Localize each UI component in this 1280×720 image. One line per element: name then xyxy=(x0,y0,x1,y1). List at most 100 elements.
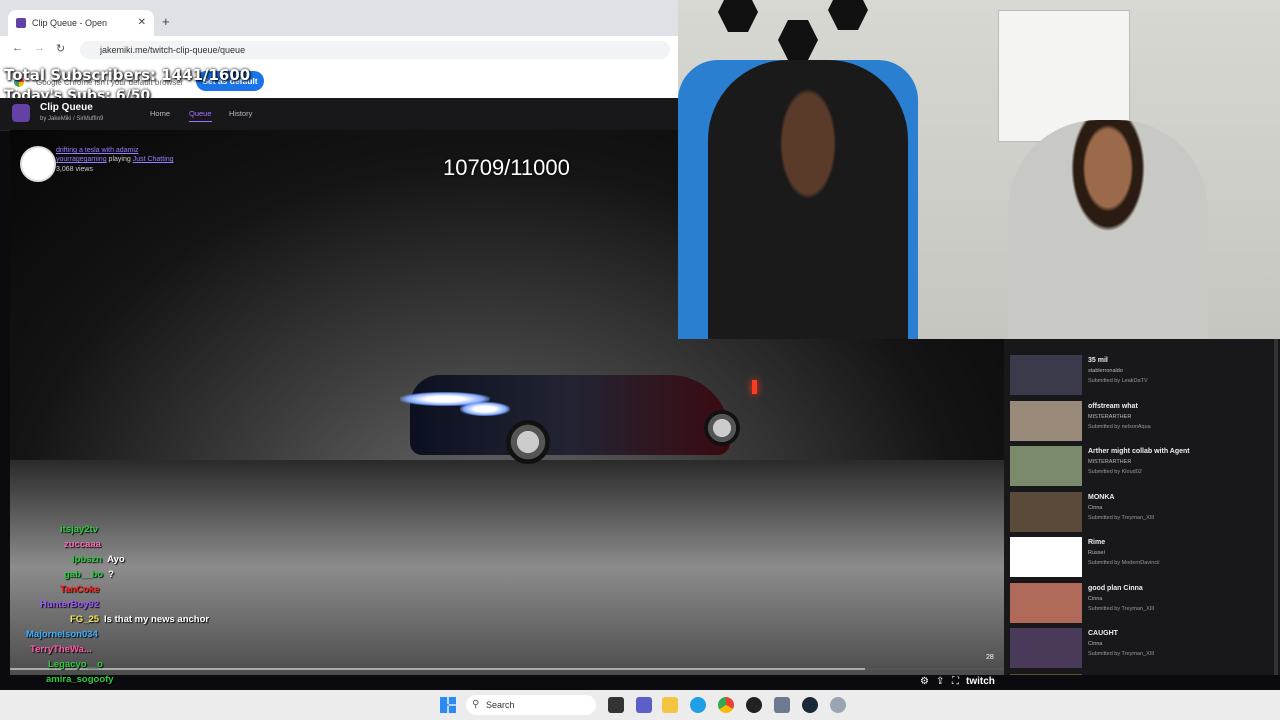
back-icon[interactable]: ← xyxy=(12,42,23,54)
forward-icon[interactable]: → xyxy=(34,42,45,54)
clip-queue-credits: by JakeMiki / SirMuffin9 xyxy=(40,116,104,122)
queue-item-title: MONKA xyxy=(1088,493,1115,501)
chat-username[interactable]: FG_25 xyxy=(70,614,99,625)
queue-item-submitter: Submitted by LeakDaTV xyxy=(1088,378,1148,384)
queue-scrollbar[interactable] xyxy=(1274,339,1278,675)
queue-item[interactable]: Julia Cat came Sun Flowers Arther? Dog? … xyxy=(1010,673,1274,675)
queue-item-submitter: Submitted by Kloud02 xyxy=(1088,469,1142,475)
queue-thumbnail[interactable] xyxy=(1010,673,1082,675)
clip-category-link[interactable]: Just Chatting xyxy=(133,156,174,163)
close-tab-icon[interactable]: ✕ xyxy=(138,17,146,28)
chat-text: Ayo xyxy=(107,554,125,565)
queue-item[interactable]: offstream what MISTERARTHER Submitted by n… xyxy=(1010,400,1274,445)
task-view-icon[interactable] xyxy=(608,697,624,713)
chat-message: HunterBoy92 xyxy=(40,599,99,610)
video-time: 28 xyxy=(986,654,994,661)
twitch-logo[interactable]: twitch xyxy=(966,676,995,687)
chat-username[interactable]: Legacyo__o xyxy=(48,659,103,670)
hex-panel xyxy=(828,0,868,30)
obs-icon[interactable] xyxy=(746,697,762,713)
chat-message: amira_sogoofy xyxy=(46,674,114,685)
clip-views: 3,068 views xyxy=(56,166,93,173)
edge-icon[interactable] xyxy=(690,697,706,713)
headlight xyxy=(460,402,510,416)
queue-item-submitter: Submitted by Treyman_XIII xyxy=(1088,514,1155,521)
search-icon: ⚲ xyxy=(472,699,480,710)
author-link-jakemiki[interactable]: JakeMiki xyxy=(48,116,71,122)
queue-item-channel: Cinna xyxy=(1088,641,1103,647)
queue-item-title: offstream what xyxy=(1088,402,1138,410)
chat-message: TanCoke xyxy=(60,584,99,595)
chat-username[interactable]: HunterBoy92 xyxy=(40,599,99,610)
queue-item[interactable]: CAUGHT Cinna Submitted by Treyman_XIII xyxy=(1010,628,1274,672)
video-progress-bar[interactable] xyxy=(10,668,1004,670)
front-wheel xyxy=(506,420,550,464)
steam-icon[interactable] xyxy=(802,697,818,713)
clip-channel-avatar[interactable] xyxy=(20,146,56,182)
queue-thumbnail[interactable] xyxy=(1010,537,1082,577)
chat-text: Is that my news anchor xyxy=(104,614,210,625)
queue-thumbnail[interactable] xyxy=(1010,582,1082,623)
total-subscribers-text: Total Subscribers: 1441/1600 xyxy=(4,66,251,84)
url-field[interactable]: jakemiki.me/twitch-clip-queue/queue xyxy=(80,41,670,59)
chat-message: zuccaaa xyxy=(64,539,101,550)
clip-queue-logo-icon xyxy=(12,104,30,122)
queue-item-title: 35 mil xyxy=(1088,357,1108,364)
chat-message: FG_25 Is that my news anchor xyxy=(70,614,209,625)
nav-history[interactable]: History xyxy=(229,109,252,118)
settings-gear-icon[interactable]: ⚙ xyxy=(920,676,929,687)
file-explorer-icon[interactable] xyxy=(662,697,678,713)
reload-icon[interactable]: ↻ xyxy=(56,42,65,55)
queue-item[interactable]: Arther might collab with Agent MISTERARTH… xyxy=(1010,446,1274,490)
goal-counter: 10709/11000 xyxy=(443,155,570,180)
chat-username[interactable]: Majornelson034 xyxy=(26,629,98,640)
queue-item-submitter: Submitted by ModernDavincii xyxy=(1088,560,1160,566)
queue-thumbnail[interactable] xyxy=(1010,446,1082,486)
settings-app-icon[interactable] xyxy=(774,697,790,713)
hex-panel xyxy=(718,0,758,32)
nav-queue[interactable]: Queue xyxy=(189,109,212,122)
rear-wheel xyxy=(704,410,740,446)
chat-app-icon[interactable] xyxy=(636,697,652,713)
taillight xyxy=(752,380,757,394)
queue-item[interactable]: MONKA Cinna Submitted by Treyman_XIII xyxy=(1010,491,1274,536)
streamer-person xyxy=(708,60,908,339)
chat-username[interactable]: lpbszn xyxy=(72,554,102,565)
chrome-taskbar-icon[interactable] xyxy=(718,697,734,713)
chat-username[interactable]: TanCoke xyxy=(60,584,99,595)
video-car xyxy=(410,375,730,455)
search-placeholder: Search xyxy=(486,700,515,710)
clip-queue-title: Clip Queue xyxy=(40,102,93,113)
queue-item[interactable]: Rime Russel Submitted by ModernDavincii xyxy=(1010,537,1274,581)
queue-thumbnail[interactable] xyxy=(1010,628,1082,668)
chat-username[interactable]: amira_sogoofy xyxy=(46,674,114,685)
playing-label: playing xyxy=(108,156,131,163)
queue-item[interactable]: good plan Cinna Cinna Submitted by Treyman… xyxy=(1010,582,1274,627)
chat-username[interactable]: itsjay2tv xyxy=(60,524,98,535)
queue-item-channel: Cinna xyxy=(1088,504,1103,511)
url-text: jakemiki.me/twitch-clip-queue/queue xyxy=(100,45,246,55)
chat-username[interactable]: TerryTheWa... xyxy=(30,644,92,655)
chat-username[interactable]: gab__bo xyxy=(64,569,103,580)
share-icon[interactable]: ⇪ xyxy=(936,676,944,687)
fullscreen-icon[interactable]: ⛶ xyxy=(952,676,959,687)
chat-text: ? xyxy=(108,569,114,580)
taskbar-search[interactable]: Search xyxy=(466,695,596,715)
video-progress-fill xyxy=(10,668,865,670)
clip-channel-link[interactable]: yourragegaming xyxy=(56,156,107,163)
nav-home[interactable]: Home xyxy=(150,109,170,118)
queue-thumbnail[interactable] xyxy=(1010,355,1082,395)
queue-item-channel: MISTERARTHER xyxy=(1088,459,1132,465)
queue-thumbnail[interactable] xyxy=(1010,491,1082,532)
new-tab-icon[interactable]: + xyxy=(162,14,170,29)
chat-username[interactable]: zuccaaa xyxy=(64,539,101,550)
chat-message: Majornelson034 xyxy=(26,629,98,640)
chat-message: itsjay2tv xyxy=(60,524,98,535)
author-link-sirmuffin[interactable]: SirMuffin9 xyxy=(76,116,103,122)
clip-title-link[interactable]: drifting a tesla with adamiz xyxy=(56,147,138,154)
browser-tab[interactable]: Clip Queue - Open ✕ xyxy=(8,10,154,36)
queue-item-channel: Russel xyxy=(1088,550,1105,556)
queue-item[interactable]: 35 mil stablerronaldo Submitted by LeakDaT… xyxy=(1010,355,1274,399)
queue-thumbnail[interactable] xyxy=(1010,400,1082,441)
app-icon[interactable] xyxy=(830,697,846,713)
